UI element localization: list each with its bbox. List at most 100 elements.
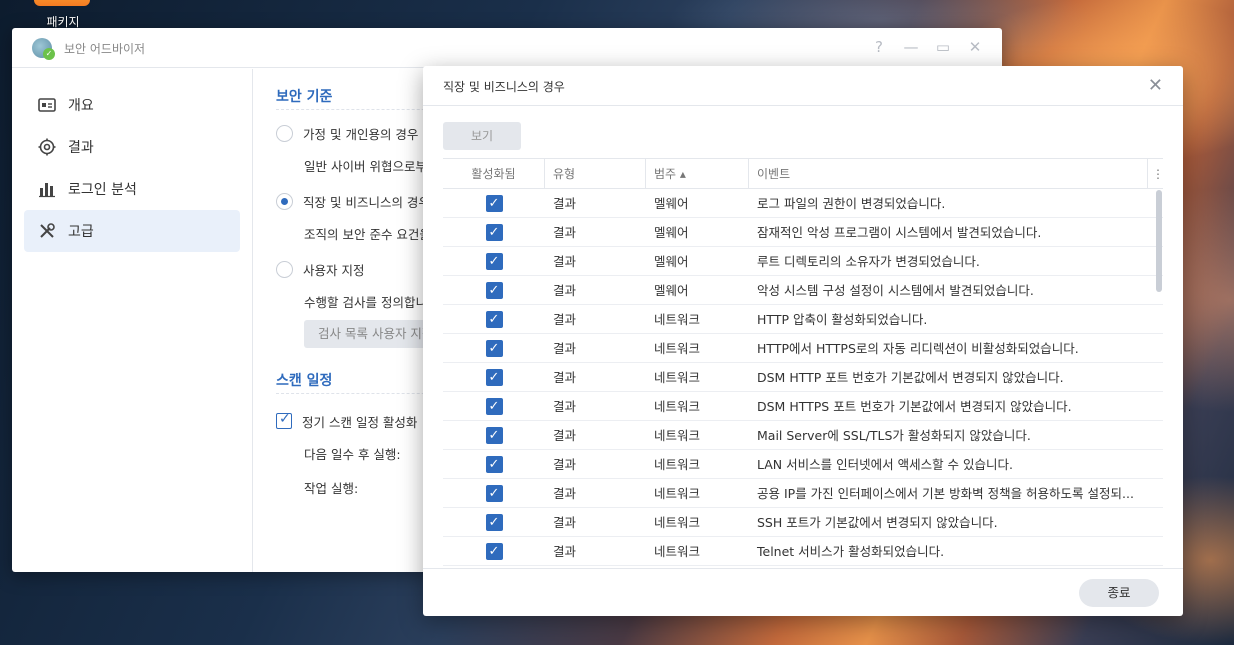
enabled-checkbox[interactable]: ✓ [485,194,503,212]
view-button[interactable]: 보기 [443,122,521,150]
column-type[interactable]: 유형 [545,159,646,189]
enabled-checkbox[interactable]: ✓ [485,426,503,444]
category-cell: 네트워크 [654,340,701,356]
category-cell: 네트워크 [654,398,701,414]
sidebar-item-overview[interactable]: 개요 [24,84,240,126]
table-row[interactable]: ✓ 결과 멜웨어 잠재적인 악성 프로그램이 시스템에서 발견되었습니다. [443,218,1163,247]
close-icon[interactable]: ✕ [1148,75,1163,96]
sidebar: 개요 결과 로그인 분석 고급 [24,84,240,252]
category-cell: 네트워크 [654,485,701,501]
table-row[interactable]: ✓ 결과 멜웨어 로그 파일의 권한이 변경되었습니다. [443,189,1163,218]
security-advisor-icon: ✓ [32,38,55,60]
enabled-checkbox[interactable]: ✓ [485,223,503,241]
help-icon[interactable]: ? [870,38,888,56]
event-cell: DSM HTTPS 포트 번호가 기본값에서 변경되지 않았습니다. [757,398,1072,414]
type-cell: 결과 [553,311,577,327]
enabled-cell: ✓ [443,392,545,421]
table-row[interactable]: ✓ 결과 네트워크 공용 IP를 가진 인터페이스에서 기본 방화벽 정책을 허용하도… [443,479,1163,508]
event-cell: 악성 시스템 구성 설정이 시스템에서 발견되었습니다. [757,282,1034,298]
business-checklist-dialog: 직장 및 비즈니스의 경우 ✕ 보기 활성화됨 유형 범주 ▴ 이벤트 ⋮ ✓ 결… [423,66,1183,616]
results-icon [38,138,56,156]
checklist-table: 활성화됨 유형 범주 ▴ 이벤트 ⋮ ✓ 결과 멜웨어 로그 파일의 권한이 변경되었… [443,158,1163,568]
table-row[interactable]: ✓ 결과 네트워크 DSM HTTP 포트 번호가 기본값에서 변경되지 않았습니다. [443,363,1163,392]
event-cell: Telnet 서비스가 활성화되었습니다. [757,543,945,559]
enabled-checkbox[interactable]: ✓ [485,252,503,270]
event-cell: DSM HTTP 포트 번호가 기본값에서 변경되지 않았습니다. [757,369,1064,385]
enabled-cell: ✓ [443,189,545,218]
type-cell: 결과 [553,543,577,559]
table-row[interactable]: ✓ 결과 네트워크 DSM HTTPS 포트 번호가 기본값에서 변경되지 않았습니다… [443,392,1163,421]
table-row[interactable]: ✓ 결과 네트워크 SSH 포트가 기본값에서 변경되지 않았습니다. [443,508,1163,537]
enable-schedule-checkbox[interactable] [276,411,292,429]
enabled-checkbox[interactable]: ✓ [485,455,503,473]
category-cell: 멜웨어 [654,224,689,240]
event-cell: 루트 디렉토리의 소유자가 변경되었습니다. [757,253,980,269]
custom-radio[interactable] [276,260,293,278]
package-center-icon[interactable] [34,0,90,6]
column-menu-icon[interactable]: ⋮ [1148,159,1163,189]
category-cell: 네트워크 [654,514,701,530]
type-cell: 결과 [553,456,577,472]
table-row[interactable]: ✓ 결과 멜웨어 악성 시스템 구성 설정이 시스템에서 발견되었습니다. [443,276,1163,305]
home-radio[interactable] [276,124,293,142]
enable-schedule-label: 정기 스캔 일정 활성화 [302,414,418,430]
event-cell: HTTP에서 HTTPS로의 자동 리디렉션이 비활성화되었습니다. [757,340,1079,356]
event-cell: LAN 서비스를 인터넷에서 액세스할 수 있습니다. [757,456,1013,472]
column-category[interactable]: 범주 ▴ [646,159,749,189]
enabled-checkbox[interactable]: ✓ [485,397,503,415]
table-row[interactable]: ✓ 결과 네트워크 Telnet 서비스가 활성화되었습니다. [443,537,1163,566]
table-body: ✓ 결과 멜웨어 로그 파일의 권한이 변경되었습니다. ✓ 결과 멜웨어 잠재적인 악성 프… [443,189,1163,566]
enabled-checkbox[interactable]: ✓ [485,281,503,299]
maximize-icon[interactable]: ▭ [934,38,952,56]
column-event[interactable]: 이벤트 [749,159,1148,189]
enabled-checkbox[interactable]: ✓ [485,368,503,386]
event-cell: 잠재적인 악성 프로그램이 시스템에서 발견되었습니다. [757,224,1042,240]
table-row[interactable]: ✓ 결과 네트워크 HTTP 압축이 활성화되었습니다. [443,305,1163,334]
type-cell: 결과 [553,253,577,269]
minimize-icon[interactable]: — [902,38,920,56]
table-header: 활성화됨 유형 범주 ▴ 이벤트 ⋮ [443,159,1163,189]
sidebar-item-advanced[interactable]: 고급 [24,210,240,252]
dialog-header: 직장 및 비즈니스의 경우 ✕ [423,66,1183,106]
window-titlebar[interactable]: ✓ 보안 어드바이저 ? — ▭ ✕ [12,28,1002,68]
table-row[interactable]: ✓ 결과 멜웨어 루트 디렉토리의 소유자가 변경되었습니다. [443,247,1163,276]
enabled-cell: ✓ [443,479,545,508]
done-button[interactable]: 종료 [1079,579,1159,607]
sidebar-item-label: 로그인 분석 [68,182,137,198]
sidebar-item-results[interactable]: 결과 [24,126,240,168]
enabled-checkbox[interactable]: ✓ [485,513,503,531]
enabled-checkbox[interactable]: ✓ [485,310,503,328]
category-cell: 네트워크 [654,456,701,472]
enabled-cell: ✓ [443,305,545,334]
overview-icon [38,98,56,112]
sidebar-item-label: 결과 [68,140,94,156]
column-enabled[interactable]: 활성화됨 [443,159,545,189]
enabled-checkbox[interactable]: ✓ [485,542,503,560]
table-row[interactable]: ✓ 결과 네트워크 Mail Server에 SSL/TLS가 활성화되지 않았습니다… [443,421,1163,450]
sidebar-item-label: 개요 [68,98,94,114]
type-cell: 결과 [553,195,577,211]
sidebar-item-label: 고급 [68,224,94,240]
chart-icon [39,183,55,198]
enabled-cell: ✓ [443,218,545,247]
table-row[interactable]: ✓ 결과 네트워크 LAN 서비스를 인터넷에서 액세스할 수 있습니다. [443,450,1163,479]
dialog-footer: 종료 [423,568,1183,616]
business-radio[interactable] [276,192,293,210]
type-cell: 결과 [553,224,577,240]
category-cell: 네트워크 [654,543,701,559]
sidebar-item-login-analysis[interactable]: 로그인 분석 [24,168,240,210]
close-icon[interactable]: ✕ [966,38,984,56]
type-cell: 결과 [553,398,577,414]
table-row[interactable]: ✓ 결과 네트워크 HTTP에서 HTTPS로의 자동 리디렉션이 비활성화되었습니다… [443,334,1163,363]
enabled-cell: ✓ [443,450,545,479]
enabled-cell: ✓ [443,276,545,305]
type-cell: 결과 [553,340,577,356]
enabled-checkbox[interactable]: ✓ [485,484,503,502]
category-cell: 네트워크 [654,369,701,385]
event-cell: HTTP 압축이 활성화되었습니다. [757,311,928,327]
category-cell: 멜웨어 [654,195,689,211]
enabled-checkbox[interactable]: ✓ [485,339,503,357]
type-cell: 결과 [553,514,577,530]
dialog-title: 직장 및 비즈니스의 경우 [443,80,565,94]
table-scrollbar[interactable] [1156,190,1162,292]
